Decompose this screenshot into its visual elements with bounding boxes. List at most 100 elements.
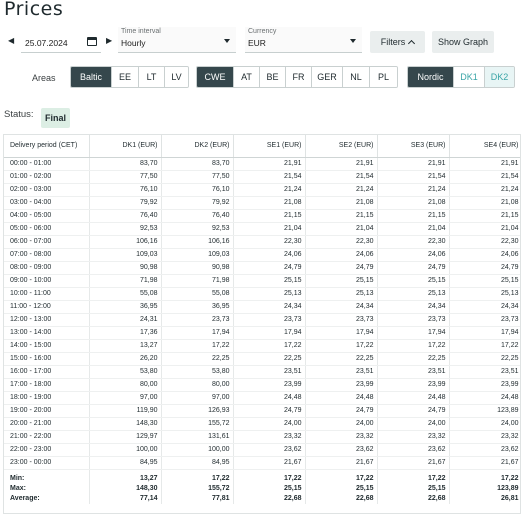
areas-row: Areas Baltic EE LT LV CWE AT BE FR GER N… bbox=[0, 66, 523, 88]
table-row: 00:00 - 01:00 83,70 83,70 21,91 21,91 21,91 21… bbox=[4, 157, 520, 171]
price-cell: 23,99 bbox=[377, 378, 450, 392]
summary-value: 26,81 bbox=[449, 493, 520, 504]
col-se3[interactable]: SE3 (EUR) bbox=[377, 135, 450, 158]
table-row: 05:00 - 06:00 92,53 92,53 21,04 21,04 21,04 21… bbox=[4, 222, 520, 236]
price-cell: 24,34 bbox=[233, 300, 306, 314]
delivery-period-cell: 09:00 - 10:00 bbox=[4, 274, 90, 288]
area-dk2[interactable]: DK2 bbox=[484, 67, 514, 87]
price-cell: 53,80 bbox=[89, 365, 162, 379]
price-cell: 21,24 bbox=[305, 183, 378, 197]
delivery-period-cell: 06:00 - 07:00 bbox=[4, 235, 90, 249]
table-row: 17:00 - 18:00 80,00 80,00 23,99 23,99 23,99 23… bbox=[4, 378, 520, 392]
price-cell: 25,15 bbox=[305, 274, 378, 288]
nordic-area-group: Nordic DK1 DK2 bbox=[407, 66, 515, 88]
time-interval-select[interactable]: Time interval Hourly bbox=[118, 27, 236, 53]
currency-select[interactable]: Currency EUR bbox=[245, 27, 362, 53]
table-row: 18:00 - 19:00 97,00 97,00 24,48 24,48 24,48 24… bbox=[4, 391, 520, 405]
filters-button[interactable]: Filters bbox=[370, 31, 425, 53]
summary-value: 22,68 bbox=[305, 493, 378, 504]
price-cell: 76,40 bbox=[89, 209, 162, 223]
delivery-period-cell: 07:00 - 08:00 bbox=[4, 248, 90, 262]
price-cell: 17,22 bbox=[305, 339, 378, 353]
price-cell: 23,51 bbox=[377, 365, 450, 379]
price-cell: 21,04 bbox=[305, 222, 378, 236]
area-lv[interactable]: LV bbox=[164, 67, 188, 87]
table-row: 21:00 - 22:00 129,97 131,61 23,32 23,32 23,32… bbox=[4, 430, 520, 444]
baltic-area-group: Baltic EE LT LV bbox=[70, 66, 189, 88]
price-cell: 23,62 bbox=[305, 443, 378, 457]
table-row: 06:00 - 07:00 106,16 106,16 22,30 22,30 22,30… bbox=[4, 235, 520, 249]
col-dk2[interactable]: DK2 (EUR) bbox=[161, 135, 234, 158]
price-cell: 23,62 bbox=[377, 443, 450, 457]
price-cell: 17,94 bbox=[449, 326, 520, 340]
price-cell: 92,53 bbox=[161, 222, 234, 236]
calendar-icon[interactable] bbox=[87, 37, 97, 46]
price-cell: 22,25 bbox=[377, 352, 450, 366]
area-lt[interactable]: LT bbox=[138, 67, 164, 87]
delivery-period-cell: 03:00 - 04:00 bbox=[4, 196, 90, 210]
price-cell: 22,30 bbox=[233, 235, 306, 249]
price-cell: 24,48 bbox=[233, 391, 306, 405]
price-cell: 23,73 bbox=[377, 313, 450, 327]
area-nl[interactable]: NL bbox=[342, 67, 369, 87]
table-row: 02:00 - 03:00 76,10 76,10 21,24 21,24 21,24 21… bbox=[4, 183, 520, 197]
area-ger[interactable]: GER bbox=[311, 67, 342, 87]
price-cell: 21,15 bbox=[305, 209, 378, 223]
price-cell: 106,16 bbox=[161, 235, 234, 249]
table-header-row: Delivery period (CET) DK1 (EUR) DK2 (EUR… bbox=[4, 135, 520, 158]
next-date-icon[interactable]: ▶ bbox=[106, 36, 112, 45]
chevron-down-icon bbox=[224, 39, 230, 43]
price-cell: 76,40 bbox=[161, 209, 234, 223]
col-delivery-period[interactable]: Delivery period (CET) bbox=[4, 135, 90, 158]
table-row: 03:00 - 04:00 79,92 79,92 21,08 21,08 21,08 21… bbox=[4, 196, 520, 210]
price-cell: 25,13 bbox=[305, 287, 378, 301]
date-field[interactable]: 25.07.2024 bbox=[21, 31, 101, 53]
price-cell: 13,27 bbox=[89, 339, 162, 353]
cwe-area-group: CWE AT BE FR GER NL PL bbox=[196, 66, 398, 88]
currency-label: Currency bbox=[248, 28, 277, 35]
area-be[interactable]: BE bbox=[259, 67, 285, 87]
status-badge: Final bbox=[41, 108, 70, 128]
prev-date-icon[interactable]: ◀ bbox=[8, 36, 14, 45]
price-cell: 23,99 bbox=[305, 378, 378, 392]
delivery-period-cell: 04:00 - 05:00 bbox=[4, 209, 90, 223]
delivery-period-cell: 12:00 - 13:00 bbox=[4, 313, 90, 327]
price-cell: 25,13 bbox=[377, 287, 450, 301]
summary-value: 17,22 bbox=[449, 468, 520, 484]
time-interval-value: Hourly bbox=[121, 38, 146, 48]
col-se4[interactable]: SE4 (EUR) bbox=[449, 135, 520, 158]
price-cell: 21,15 bbox=[377, 209, 450, 223]
price-cell: 55,08 bbox=[161, 287, 234, 301]
area-pl[interactable]: PL bbox=[369, 67, 397, 87]
show-graph-label: Show Graph bbox=[437, 37, 489, 47]
table-row: 13:00 - 14:00 17,36 17,94 17,94 17,94 17,94 17… bbox=[4, 326, 520, 340]
area-cwe[interactable]: CWE bbox=[197, 67, 233, 87]
price-cell: 80,00 bbox=[161, 378, 234, 392]
summary-value: 17,22 bbox=[233, 468, 306, 484]
summary-row: Average: 77,14 77,81 22,68 22,68 22,68 26,81 bbox=[4, 493, 520, 504]
area-at[interactable]: AT bbox=[233, 67, 259, 87]
delivery-period-cell: 08:00 - 09:00 bbox=[4, 261, 90, 275]
area-ee[interactable]: EE bbox=[111, 67, 138, 87]
price-cell: 21,91 bbox=[233, 157, 306, 171]
price-cell: 21,54 bbox=[233, 170, 306, 184]
col-se2[interactable]: SE2 (EUR) bbox=[305, 135, 378, 158]
area-baltic[interactable]: Baltic bbox=[71, 67, 111, 87]
show-graph-button[interactable]: Show Graph bbox=[432, 31, 494, 53]
summary-value: 17,22 bbox=[377, 468, 450, 484]
price-cell: 21,67 bbox=[233, 456, 306, 470]
area-dk1[interactable]: DK1 bbox=[453, 67, 484, 87]
area-fr[interactable]: FR bbox=[285, 67, 311, 87]
price-cell: 131,61 bbox=[161, 430, 234, 444]
delivery-period-cell: 20:00 - 21:00 bbox=[4, 417, 90, 431]
summary-label: Min: bbox=[4, 468, 90, 484]
price-cell: 23,73 bbox=[161, 313, 234, 327]
col-se1[interactable]: SE1 (EUR) bbox=[233, 135, 306, 158]
area-nordic[interactable]: Nordic bbox=[408, 67, 453, 87]
price-cell: 24,00 bbox=[377, 417, 450, 431]
price-cell: 21,91 bbox=[449, 157, 520, 171]
price-cell: 109,03 bbox=[89, 248, 162, 262]
price-cell: 21,08 bbox=[449, 196, 520, 210]
col-dk1[interactable]: DK1 (EUR) bbox=[89, 135, 162, 158]
price-cell: 22,25 bbox=[305, 352, 378, 366]
